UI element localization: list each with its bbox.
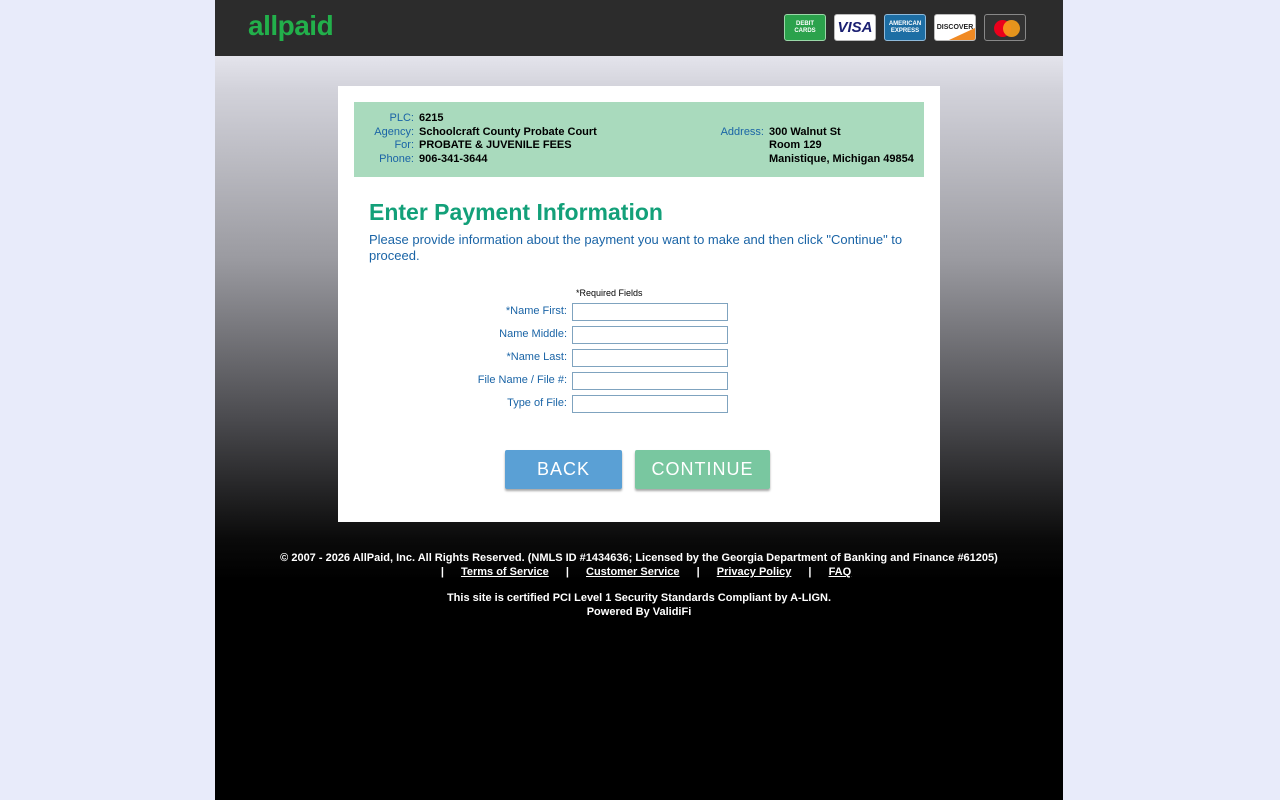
top-bar: allpaid DEBIT CARDS VISA AMERICAN EXPRES… [215,0,1063,56]
address-line-3: Manistique, Michigan 49854 [769,153,914,165]
powered-by-text: Powered By ValidiFi [586,606,692,618]
address-label: Address: [720,126,764,138]
allpaid-logo[interactable]: allpaid [248,10,334,42]
file-name-input[interactable] [572,372,728,390]
name-last-input[interactable] [572,349,728,367]
address-line-2: Room 129 [769,139,822,151]
visa-card-icon: VISA [834,14,876,41]
agency-label: Agency: [374,126,414,138]
footer-separator: | [565,566,569,578]
terms-of-service-link[interactable]: Terms of Service [461,566,549,578]
instructions-text: Please provide information about the pay… [369,232,903,263]
faq-link[interactable]: FAQ [829,566,852,578]
plc-label: PLC: [389,112,414,124]
continue-button[interactable]: CONTINUE [635,450,770,489]
pci-compliance-text: This site is certified PCI Level 1 Secur… [446,592,832,604]
visa-card-label: VISA [837,19,873,36]
footer-separator: | [696,566,700,578]
for-label: For: [394,139,414,151]
footer: © 2007 - 2026 AllPaid, Inc. All Rights R… [215,551,1063,619]
amex-card-icon: AMERICAN EXPRESS [884,14,926,41]
name-first-input[interactable] [572,303,728,321]
page: allpaid DEBIT CARDS VISA AMERICAN EXPRES… [215,0,1063,800]
copyright-text: © 2007 - 2026 AllPaid, Inc. All Rights R… [280,552,998,564]
name-last-label: *Name Last: [506,351,567,363]
required-fields-note: *Required Fields [576,288,643,298]
address-line-1: 300 Walnut St [769,126,841,138]
agency-info-box: PLC: 6215 Agency: Schoolcraft County Pro… [354,102,924,177]
debit-card-icon: DEBIT CARDS [784,14,826,41]
customer-service-link[interactable]: Customer Service [586,566,680,578]
footer-separator: | [440,566,444,578]
phone-value: 906-341-3644 [419,153,488,165]
discover-card-icon: DISCOVER [934,14,976,41]
type-of-file-input[interactable] [572,395,728,413]
name-middle-input[interactable] [572,326,728,344]
back-button[interactable]: BACK [505,450,622,489]
amex-card-label: AMERICAN EXPRESS [888,20,922,34]
footer-links: | Terms of Service | Customer Service | … [215,565,1063,579]
page-title: Enter Payment Information [369,199,663,225]
payment-panel: PLC: 6215 Agency: Schoolcraft County Pro… [338,86,940,522]
plc-value: 6215 [419,112,444,124]
type-of-file-label: Type of File: [507,397,567,409]
discover-card-label: DISCOVER [936,24,974,31]
agency-value: Schoolcraft County Probate Court [419,126,597,138]
debit-card-label: DEBIT CARDS [794,20,816,34]
privacy-policy-link[interactable]: Privacy Policy [717,566,792,578]
phone-label: Phone: [379,153,414,165]
footer-separator: | [808,566,812,578]
file-name-label: File Name / File #: [477,374,567,386]
name-first-label: *Name First: [505,305,567,317]
name-middle-label: Name Middle: [499,328,567,340]
for-value: PROBATE & JUVENILE FEES [419,139,572,151]
mastercard-icon [984,14,1026,41]
